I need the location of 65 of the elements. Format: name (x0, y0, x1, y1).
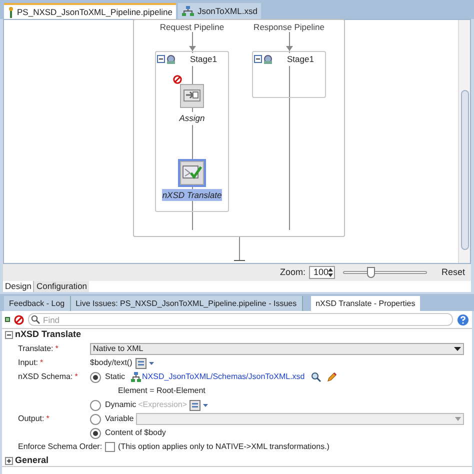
field-label: nXSD Schema: (18, 371, 73, 383)
checkbox[interactable] (105, 442, 116, 452)
translate-action-icon[interactable] (180, 160, 204, 184)
pipeline-title: Response Pipeline (254, 21, 324, 34)
dropdown-caret-icon (454, 347, 461, 351)
spinner-icon[interactable] (327, 267, 334, 278)
field-label: Translate: (18, 343, 54, 355)
pencil-icon[interactable] (326, 372, 337, 382)
stage-title: Stage1 (190, 53, 217, 66)
slider-thumb[interactable] (367, 267, 376, 278)
search-icon (31, 315, 40, 324)
field-label: Output: (18, 413, 44, 425)
pipeline-title: Request Pipeline (160, 21, 224, 34)
small-square-icon[interactable] (5, 317, 10, 322)
zoom-field[interactable]: 100 (309, 266, 336, 279)
required-marker: * (40, 357, 44, 369)
radio-option[interactable]: Dynamic (90, 399, 136, 411)
input-expression: $body/text() (90, 357, 132, 369)
schema-link[interactable]: NXSD_JsonToXML/Schemas/JsonToXML.xsd (142, 371, 305, 383)
panel-tab[interactable]: Live Issues: PS_NXSD_JsonToXML_Pipeline.pipeline - Issues (70, 296, 303, 311)
stage-title: Stage1 (287, 53, 314, 66)
stage-icon (166, 54, 176, 64)
expression-editor-icon[interactable] (135, 358, 156, 368)
collapse-icon[interactable] (157, 55, 165, 64)
pipeline-icon (8, 6, 14, 18)
collapse-icon[interactable] (254, 55, 262, 64)
section-title[interactable]: nXSD Translate (15, 328, 82, 342)
expand-icon[interactable] (5, 456, 13, 464)
expression-editor-icon[interactable] (189, 400, 210, 410)
translate-dropdown[interactable]: Native to XML (90, 343, 464, 355)
required-marker: * (74, 371, 78, 383)
field-label: Enforce Schema Order: (18, 441, 102, 453)
zoom-slider[interactable] (343, 267, 428, 278)
search-icon[interactable] (310, 372, 321, 382)
assign-action-icon[interactable] (180, 84, 204, 108)
action-label[interactable]: nXSD Translate (162, 188, 222, 202)
required-marker: * (46, 413, 50, 425)
radio-option[interactable]: Variable (90, 413, 134, 425)
panel-tab[interactable]: Feedback - Log (4, 296, 71, 311)
stage-icon (263, 54, 273, 64)
help-icon[interactable] (457, 314, 469, 326)
find-field[interactable]: Find (28, 313, 453, 326)
editor-tab[interactable]: PS_NXSD_JsonToXML_Pipeline.pipeline (4, 3, 176, 19)
radio-option[interactable]: Static (90, 371, 126, 383)
stage-box[interactable]: Stage1 (252, 51, 326, 98)
vertical-scrollbar[interactable] (458, 20, 470, 263)
panel-tab[interactable]: nXSD Translate - Properties (310, 296, 420, 311)
zoom-label: Zoom: (280, 266, 306, 279)
schema-icon (131, 372, 142, 382)
field-label: Input: (18, 357, 38, 369)
collapse-icon[interactable] (5, 331, 13, 339)
editor-tab[interactable]: JsonToXML.xsd (178, 3, 262, 19)
action-label[interactable]: Assign (179, 112, 205, 124)
element-name: Element = Root-Element (117, 385, 206, 397)
section-title[interactable]: General (15, 454, 49, 468)
dropdown-caret-icon (455, 417, 461, 421)
stop-icon[interactable] (14, 314, 24, 324)
required-marker: * (55, 343, 58, 355)
schema-icon (182, 6, 194, 16)
reset-button[interactable]: Reset (439, 266, 467, 280)
stage-box[interactable]: Stage1 Assign nXSD Translate (155, 51, 229, 212)
option-note: (This option applies only to NATIVE->XML transformations.) (118, 441, 330, 453)
view-tab[interactable]: Configuration (33, 281, 90, 292)
radio-option[interactable]: Content of $body (90, 427, 464, 439)
view-tab[interactable]: Design (3, 281, 34, 292)
